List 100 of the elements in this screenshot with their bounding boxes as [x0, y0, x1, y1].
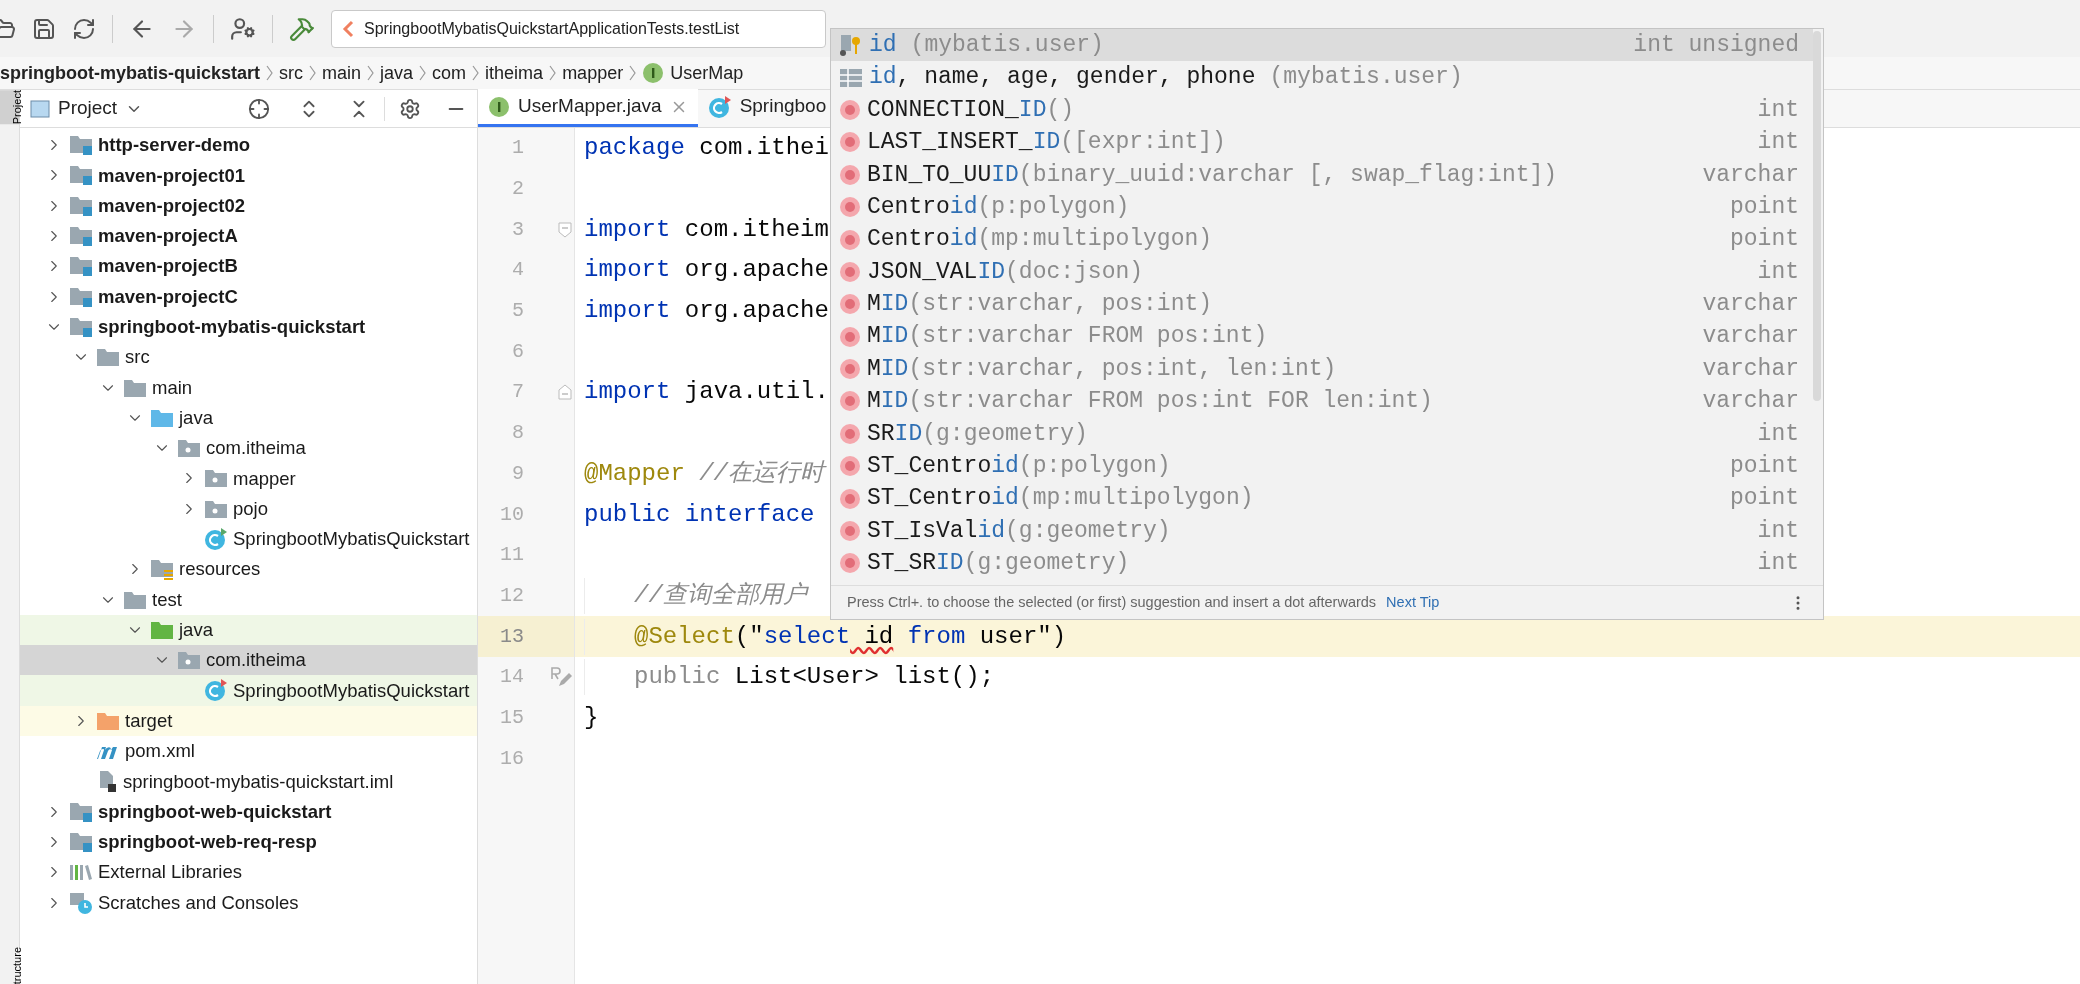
separator-icon	[309, 65, 317, 81]
suggestion-item[interactable]: ST_Centroid(mp:multipolygon) point	[831, 482, 1813, 515]
suggestion-type: int	[1757, 419, 1799, 449]
tree-item[interactable]: SpringbootMybatisQuickstart	[20, 675, 477, 706]
suggestion-item[interactable]: Centroid(p:polygon) point	[831, 190, 1813, 224]
line-number: 15	[499, 704, 524, 731]
suggestion-item[interactable]: Centroid(mp:multipolygon) point	[831, 223, 1813, 256]
line-number: 4	[511, 257, 524, 284]
hammer-icon[interactable]	[289, 15, 315, 42]
function-icon	[839, 455, 861, 478]
suggestion-type: varchar	[1702, 160, 1799, 190]
breadcrumb-item[interactable]: UserMap	[642, 59, 744, 87]
tree-item[interactable]: springboot-web-quickstart	[20, 796, 477, 827]
line-number: 12	[499, 582, 524, 609]
suggestion-item[interactable]: JSON_VALID(doc:json) int	[831, 255, 1813, 289]
code-line: public interface	[584, 499, 815, 530]
folder-icon[interactable]	[0, 16, 16, 41]
function-icon	[839, 196, 861, 219]
suggestion-text: ST_SRID(g:geometry)	[867, 549, 1130, 579]
refresh-icon[interactable]	[72, 16, 96, 41]
tree-item[interactable]: maven-project02	[20, 190, 477, 221]
breadcrumb-item[interactable]: mapper	[562, 59, 624, 87]
locate-icon[interactable]	[248, 97, 270, 120]
side-tab[interactable]: tructure	[0, 946, 19, 984]
suggestion-item[interactable]: ST_SRID(g:geometry) int	[831, 547, 1813, 580]
suggestion-item[interactable]: MID(str:varchar FROM pos:int) varchar	[831, 320, 1813, 353]
suggestion-text: CONNECTION_ID()	[867, 95, 1075, 125]
tree-item[interactable]: java	[20, 402, 477, 433]
suggestion-item[interactable]: ST_Centroid(p:polygon) point	[831, 450, 1813, 483]
breadcrumb-item[interactable]: springboot-mybatis-quickstart	[0, 59, 261, 87]
tree-item[interactable]: maven-projectA	[20, 220, 477, 252]
suggestion-text: id, name, age, gender, phone (mybatis.user)	[869, 63, 1463, 93]
fold-marker-icon[interactable]	[558, 384, 572, 401]
package-icon	[204, 498, 228, 519]
breadcrumb-item[interactable]: src	[279, 59, 304, 87]
tree-item[interactable]: springboot-mybatis-quickstart	[20, 311, 477, 343]
suggestion-type: int	[1757, 257, 1799, 287]
tree-item[interactable]: src	[20, 342, 477, 373]
suggestion-item[interactable]: id (mybatis.user) int unsigned	[831, 29, 1813, 62]
tree-item[interactable]: java	[20, 614, 477, 646]
tree-item[interactable]: springboot-mybatis-quickstart.iml	[20, 766, 477, 797]
scrollbar[interactable]	[1813, 31, 1821, 401]
module-folder-icon	[69, 315, 93, 338]
tree-item[interactable]: springboot-web-req-resp	[20, 826, 477, 858]
module-folder-icon	[69, 285, 93, 308]
fold-marker-icon[interactable]	[558, 221, 572, 238]
tree-item[interactable]: com.itheima	[20, 432, 477, 464]
breadcrumb-item[interactable]: com	[432, 59, 467, 87]
editor-tab[interactable]: UserMapper.java	[478, 89, 698, 127]
suggestion-item[interactable]: ST_IsValid(g:geometry) int	[831, 514, 1813, 548]
settings-icon[interactable]	[399, 97, 421, 120]
separator-icon	[419, 65, 427, 81]
suggestion-item[interactable]: BIN_TO_UUID(binary_uuid:varchar [, swap_flag:int]) varchar	[831, 158, 1813, 191]
tree-item[interactable]: mapper	[20, 463, 477, 494]
tree-item[interactable]: maven-project01	[20, 160, 477, 191]
tree-item[interactable]: maven-projectC	[20, 281, 477, 312]
tree-item[interactable]: pom.xml	[20, 735, 477, 767]
tree-item[interactable]: com.itheima	[20, 645, 477, 676]
suggestion-type: int	[1757, 95, 1799, 125]
tree-item[interactable]: External Libraries	[20, 857, 477, 888]
run-configuration-field[interactable]: SpringbootMybatisQuickstartApplicationTests.testList	[331, 9, 826, 48]
folder-icon	[123, 377, 147, 398]
tree-item[interactable]: maven-projectB	[20, 251, 477, 282]
next-tip-link[interactable]: Next Tip	[1386, 591, 1440, 614]
line-number: 11	[499, 542, 524, 569]
suggestion-type: point	[1730, 484, 1799, 514]
line-number: 3	[511, 216, 524, 243]
function-icon	[839, 293, 861, 316]
breadcrumb-item[interactable]: main	[322, 59, 362, 87]
tree-item[interactable]: target	[20, 705, 477, 736]
folder-icon	[150, 407, 174, 428]
suggestion-item[interactable]: MID(str:varchar, pos:int) varchar	[831, 288, 1813, 321]
tree-item[interactable]: Scratches and Consoles	[20, 887, 477, 918]
suggestion-type: int	[1757, 516, 1799, 546]
suggestion-type: varchar	[1702, 322, 1799, 352]
line-number: 1	[511, 135, 524, 162]
tree-item[interactable]: main	[20, 372, 477, 403]
tree-item[interactable]: http-server-demo	[20, 130, 477, 161]
suggestion-text: Centroid(p:polygon)	[867, 192, 1130, 222]
scratches-icon	[69, 890, 93, 915]
module-folder-icon	[69, 164, 93, 187]
tree-item[interactable]: pojo	[20, 493, 477, 524]
tree-item[interactable]: test	[20, 584, 477, 615]
save-icon[interactable]	[32, 16, 56, 41]
suggestion-item[interactable]: LAST_INSERT_ID([expr:int]) int	[831, 126, 1813, 159]
resources-folder-icon	[150, 558, 174, 581]
suggestion-item[interactable]: MID(str:varchar FROM pos:int FOR len:int) varchar	[831, 385, 1813, 418]
code-line: import com.itheim	[584, 214, 829, 245]
panel-title[interactable]: Project	[58, 94, 118, 123]
suggestion-item[interactable]: SRID(g:geometry) int	[831, 417, 1813, 451]
user-settings-icon[interactable]	[230, 15, 256, 42]
suggestion-type: point	[1730, 452, 1799, 482]
suggestion-item[interactable]: MID(str:varchar, pos:int, len:int) varchar	[831, 352, 1813, 386]
function-icon	[839, 325, 861, 348]
tree-item[interactable]: resources	[20, 554, 477, 585]
function-icon	[839, 131, 861, 154]
breadcrumb-item[interactable]: itheima	[485, 59, 544, 87]
tree-item[interactable]: SpringbootMybatisQuickstart	[20, 523, 477, 555]
panel-icon	[30, 99, 50, 118]
breadcrumb-item[interactable]: java	[380, 59, 414, 87]
